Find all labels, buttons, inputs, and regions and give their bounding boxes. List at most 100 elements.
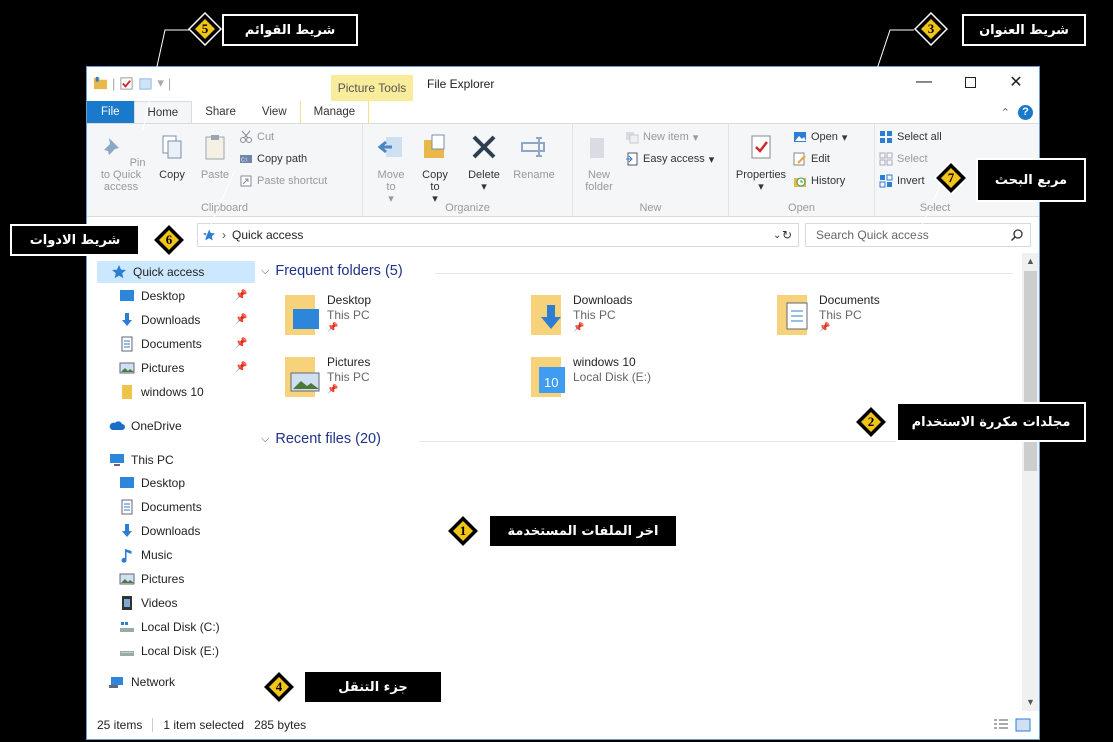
callout-search-box: مربع البحث [976,158,1086,202]
folder-tile-location: This PC [327,370,370,384]
cut-button[interactable]: Cut [239,130,274,144]
history-button[interactable]: History [793,174,845,188]
tab-manage[interactable]: Manage [299,101,370,123]
folder-tile-desktop[interactable]: Desktop This PC 📌 [281,291,521,345]
address-bar[interactable]: › Quick access [197,223,799,247]
callout-menu-bar: شريط القوائم [222,14,358,46]
open-button[interactable]: Open ▾ [793,130,847,144]
pin-to-quick-access-button[interactable]: Pin to Quick access [91,132,151,193]
history-icon [794,177,806,187]
folder-tile-documents[interactable]: Documents This PC 📌 [773,291,1013,345]
edit-button[interactable]: Edit [793,152,830,166]
badge-number: 4 [275,679,283,694]
tab-view[interactable]: View [249,101,300,123]
new-item-button[interactable]: New item ▾ [625,130,698,144]
folder-tile-downloads[interactable]: Downloads This PC 📌 [527,291,767,345]
rename-button[interactable]: Rename [509,132,559,181]
pin-icon[interactable]: 📌 [235,338,247,349]
invert-selection-button[interactable]: Invert [879,174,925,188]
nav-pc-downloads[interactable]: Downloads [119,520,200,542]
collapse-ribbon-icon[interactable]: ⌃ [1001,106,1010,119]
easy-access-dropdown-icon: ▾ [708,153,715,166]
nav-pc-local-disk-e[interactable]: Local Disk (E:) [119,640,219,662]
scroll-down-icon[interactable]: ▼ [1022,694,1039,711]
properties-label: Properties [735,169,787,181]
vertical-scrollbar[interactable]: ▲ ▼ [1022,253,1039,711]
tab-file[interactable]: File [87,101,134,123]
nav-qa-windows10[interactable]: windows 10 [119,381,204,403]
search-icon[interactable] [1010,228,1024,242]
paste-button[interactable]: Paste [195,132,235,181]
help-icon[interactable]: ? [1018,105,1033,120]
nav-qa-documents[interactable]: Documents [119,333,202,355]
close-button[interactable]: ✕ [993,67,1039,97]
copy-button[interactable]: Copy [153,132,191,181]
delete-button[interactable]: Delete ▾ [463,132,505,193]
clipboard-group-label: Clipboard [200,202,249,214]
qat-dropdown-icon[interactable]: ▾ [157,75,164,91]
pin-icon[interactable]: 📌 [235,290,247,301]
nav-qa-downloads[interactable]: Downloads [119,309,200,331]
recent-files-header[interactable]: ⌵ Recent files (20) [261,431,381,447]
badge-number: 3 [927,21,935,36]
badge-number: 6 [165,232,173,247]
move-to-button[interactable]: Move to ▾ [373,132,409,205]
nav-onedrive[interactable]: OneDrive [109,415,182,437]
nav-this-pc[interactable]: This PC [109,449,174,471]
folder-tile-location: This PC [819,308,862,322]
folder-tile-windows10[interactable]: 10 windows 10 Local Disk (E:) [527,353,767,407]
nav-pc-pictures[interactable]: Pictures [119,568,184,590]
easy-access-button[interactable]: Easy access ▾ [625,152,714,166]
copy-path-button[interactable]: C:\ Copy path [239,152,307,166]
nav-pc-music[interactable]: Music [119,544,172,566]
tab-home[interactable]: Home [133,101,193,123]
new-folder-button[interactable]: New folder [579,132,619,193]
ribbon: Pin to Quick access Copy Paste Cut C:\ C… [87,123,1039,217]
large-icons-view-icon[interactable] [1015,718,1031,732]
view-switcher [993,718,1031,732]
nav-quick-access[interactable]: Quick access [97,261,255,283]
properties-dropdown-icon: ▾ [758,181,764,193]
details-view-icon[interactable] [993,718,1009,732]
nav-onedrive-label: OneDrive [131,419,182,433]
nav-pc-videos[interactable]: Videos [119,592,177,614]
nav-qa-pictures[interactable]: Pictures [119,357,184,379]
new-folder-icon[interactable] [138,76,153,91]
recent-files-heading: Recent files (20) [275,431,381,447]
properties-icon [751,135,771,159]
folder-tile-pictures[interactable]: Pictures This PC 📌 [281,353,521,407]
nav-pc-local-disk-c[interactable]: Local Disk (C:) [119,616,220,638]
select-all-button[interactable]: Select all [879,130,942,144]
copy-to-button[interactable]: Copy to ▾ [417,132,453,205]
tab-share[interactable]: Share [192,101,249,123]
new-folder-label: New folder [585,169,613,193]
scroll-up-icon[interactable]: ▲ [1022,253,1039,270]
select-none-button[interactable]: Select [879,152,928,166]
nav-qa-desktop[interactable]: Desktop [119,285,185,307]
pin-label: Pin to Quick access [100,157,146,193]
address-path[interactable]: Quick access [232,228,303,242]
refresh-icon[interactable]: ↻ [777,228,797,242]
pictures-folder-icon [285,357,320,397]
rename-label: Rename [513,169,555,181]
pin-icon: 📌 [573,322,585,332]
maximize-button[interactable] [947,67,993,97]
nav-pc-pictures-label: Pictures [141,572,185,586]
paste-shortcut-button[interactable]: Paste shortcut [239,174,327,188]
svg-text:C:\: C:\ [241,158,248,164]
nav-pc-documents[interactable]: Documents [119,496,202,518]
nav-network[interactable]: Network [109,671,175,693]
folder-icon[interactable] [93,76,108,91]
ribbon-tabs: File Home Share View Manage [87,101,1039,123]
frequent-folders-heading: Frequent folders (5) [275,263,403,279]
frequent-folders-header[interactable]: ⌵ Frequent folders (5) [261,263,403,279]
minimize-button[interactable]: — [901,67,947,97]
properties-button[interactable]: Properties ▾ [733,132,789,193]
pin-icon[interactable]: 📌 [235,314,247,325]
copy-to-label: Copy to [422,169,448,193]
search-input[interactable]: Search Quick access [805,223,1031,247]
pin-icon[interactable]: 📌 [235,362,247,373]
properties-check-icon[interactable] [119,76,134,91]
picture-tools-context-label: Picture Tools [331,75,413,101]
nav-pc-desktop[interactable]: Desktop [119,472,185,494]
